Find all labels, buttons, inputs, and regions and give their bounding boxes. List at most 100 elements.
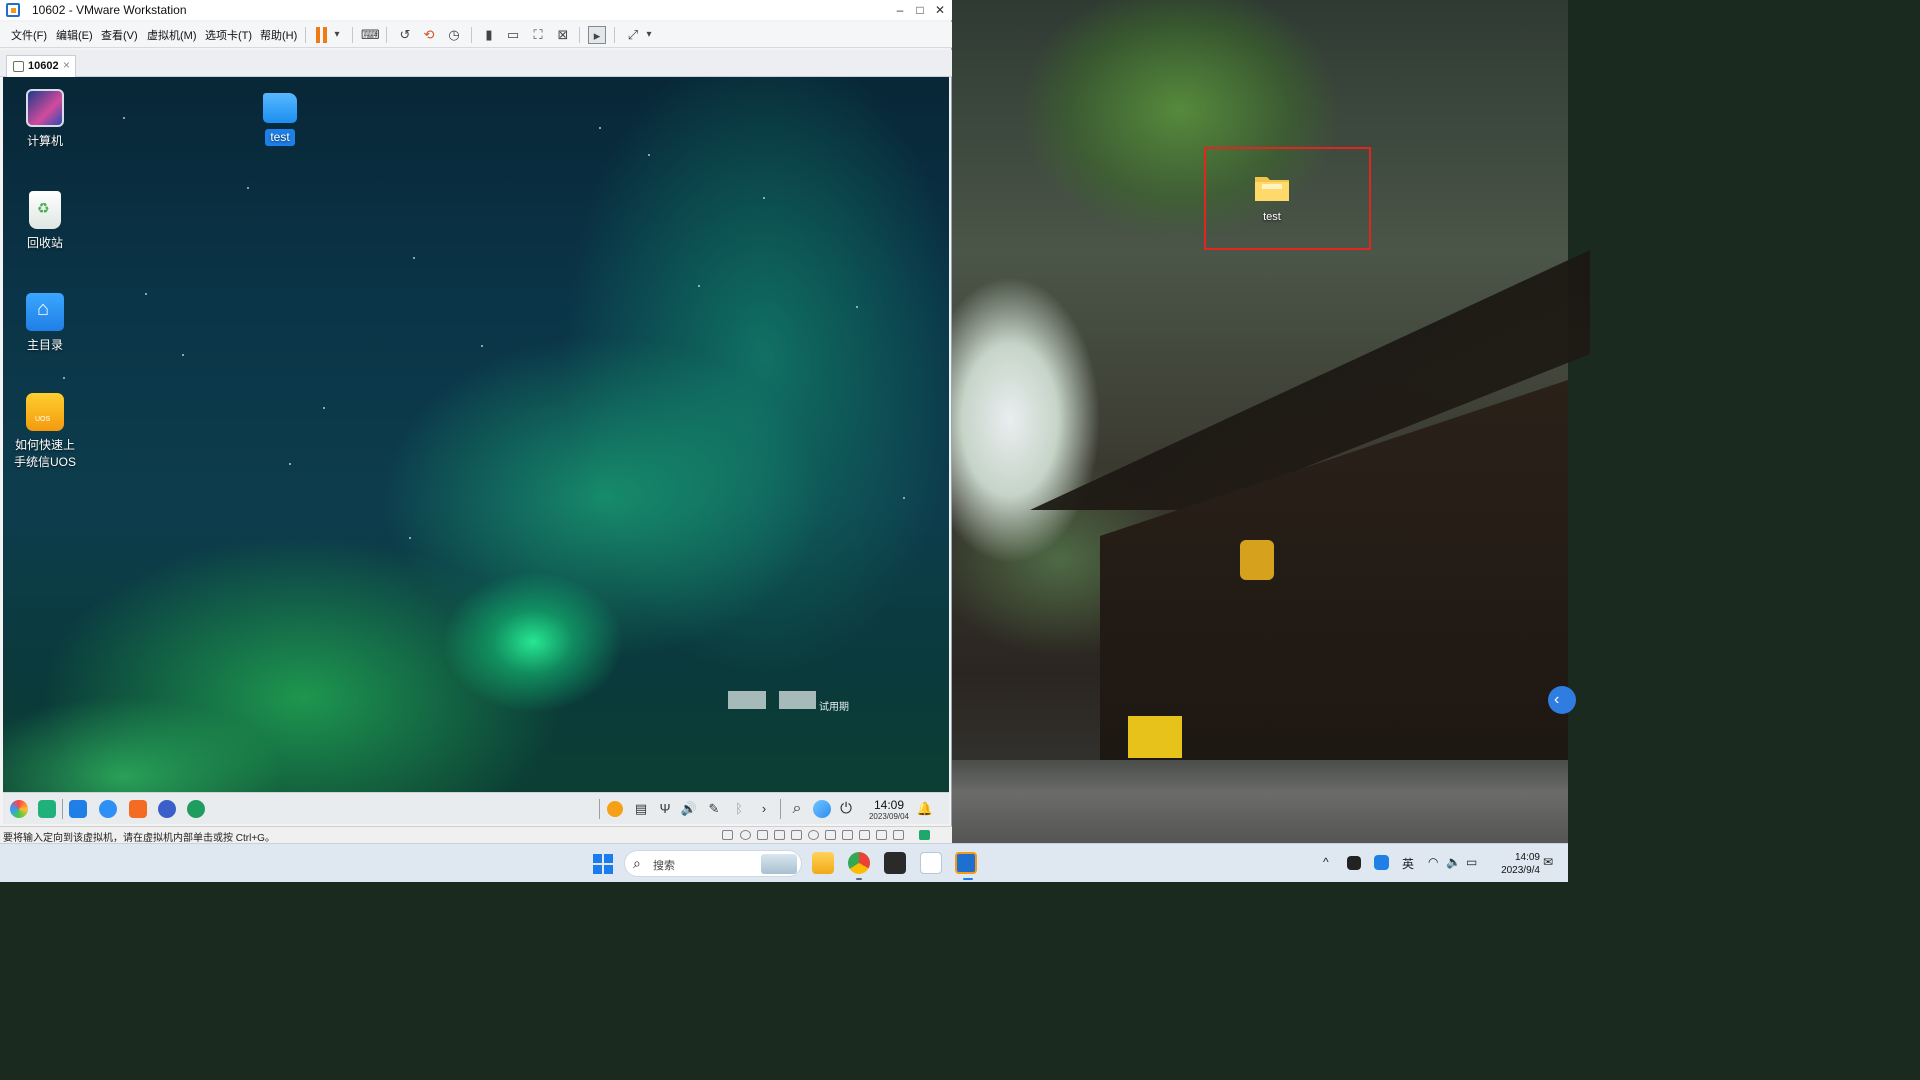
- guest-clock-date[interactable]: 2023/09/04: [863, 812, 915, 821]
- removable-device-icon[interactable]: [842, 830, 853, 840]
- battery-icon[interactable]: ▭: [1466, 855, 1477, 869]
- show-library-icon[interactable]: ▮: [480, 26, 498, 44]
- running-indicator: [856, 878, 862, 880]
- typora-icon[interactable]: [884, 852, 906, 874]
- star: [323, 407, 325, 409]
- console-terminal-icon[interactable]: ▸: [588, 26, 606, 44]
- host-folder-icon[interactable]: [1254, 172, 1290, 202]
- desktop-icon-trash[interactable]: 回收站: [3, 191, 87, 252]
- notification-bell-icon[interactable]: 🔔: [916, 800, 934, 818]
- revert-snapshot-icon[interactable]: ⟲: [420, 26, 438, 44]
- volume-icon[interactable]: 🔈: [1446, 855, 1461, 869]
- desktop-icon-uos-guide[interactable]: 如何快速上 手统信UOS: [3, 393, 87, 471]
- notification-center-icon[interactable]: ✉: [1543, 855, 1553, 869]
- close-button[interactable]: ✕: [930, 0, 950, 20]
- star: [903, 497, 905, 499]
- file-manager-icon[interactable]: [69, 800, 87, 818]
- menu-bar: 文件(F) 编辑(E) 查看(V) 虚拟机(M) 选项卡(T) 帮助(H) ▾ …: [0, 22, 952, 48]
- menu-edit[interactable]: 编辑(E): [56, 27, 93, 43]
- pause-button[interactable]: [316, 27, 328, 43]
- menu-help[interactable]: 帮助(H): [260, 27, 297, 43]
- toolbar-separator: [305, 27, 306, 43]
- removable-device-icon[interactable]: [876, 830, 887, 840]
- maximize-button[interactable]: □: [910, 0, 930, 20]
- volume-icon[interactable]: 🔊: [680, 800, 698, 818]
- file-explorer-icon[interactable]: [812, 852, 834, 874]
- usb-device-icon[interactable]: [808, 830, 819, 840]
- take-snapshot-icon[interactable]: ↺: [396, 26, 414, 44]
- pause-dropdown-icon[interactable]: ▾: [331, 26, 343, 44]
- menu-tabs[interactable]: 选项卡(T): [205, 27, 252, 43]
- console-view-icon[interactable]: ▭: [504, 26, 522, 44]
- expand-tray-icon[interactable]: ›: [755, 800, 773, 818]
- power-icon[interactable]: ⏻: [837, 800, 855, 818]
- tray-app-icon[interactable]: [1347, 856, 1361, 870]
- menu-file[interactable]: 文件(F): [11, 27, 47, 43]
- multitasking-icon[interactable]: [38, 800, 56, 818]
- menu-vm[interactable]: 虚拟机(M): [147, 27, 197, 43]
- message-log-icon[interactable]: [919, 830, 930, 840]
- network-icon[interactable]: [813, 800, 831, 818]
- snapshot-manager-icon[interactable]: ◷: [445, 26, 463, 44]
- desktop-icon-home[interactable]: 主目录: [3, 293, 87, 354]
- keyboard-icon[interactable]: ▤: [632, 800, 650, 818]
- pen-icon[interactable]: ✎: [705, 800, 723, 818]
- minimize-button[interactable]: –: [890, 0, 910, 20]
- guest-clock-time[interactable]: 14:09: [867, 798, 911, 812]
- desktop-icon-label: 计算机: [26, 134, 63, 148]
- tray-app-icon[interactable]: [1374, 855, 1389, 870]
- bluetooth-icon[interactable]: ᛒ: [730, 800, 748, 818]
- browser-icon[interactable]: [99, 800, 117, 818]
- vm-tab-icon: [13, 61, 24, 72]
- menu-view[interactable]: 查看(V): [101, 27, 138, 43]
- windows-logo-tile: [604, 865, 613, 874]
- sound-card-icon[interactable]: [791, 830, 802, 840]
- security-center-icon[interactable]: [187, 800, 205, 818]
- star: [856, 306, 858, 308]
- launcher-icon[interactable]: [10, 800, 28, 818]
- network-adapter-icon[interactable]: [757, 830, 768, 840]
- search-placeholder: 搜索: [653, 860, 675, 872]
- settings-icon[interactable]: [158, 800, 176, 818]
- input-method-icon[interactable]: [607, 801, 623, 817]
- app-icon[interactable]: [920, 852, 942, 874]
- pause-icon-bar-right: [323, 27, 327, 43]
- show-hidden-icons-chevron[interactable]: ^: [1323, 855, 1329, 869]
- printer-icon[interactable]: [774, 830, 785, 840]
- stretch-guest-icon[interactable]: ⤢: [624, 26, 642, 44]
- dock-separator: [780, 799, 781, 819]
- host-folder-label[interactable]: test: [1242, 211, 1302, 223]
- taskbar-search-box[interactable]: ⌕ 搜索: [624, 850, 802, 877]
- vmware-icon[interactable]: [955, 852, 977, 874]
- full-screen-icon[interactable]: ⛶: [529, 26, 547, 44]
- tab-close-icon[interactable]: ×: [63, 58, 70, 72]
- unity-icon[interactable]: ⊠: [554, 26, 572, 44]
- toolbar-separator: [386, 27, 387, 43]
- removable-device-icon[interactable]: [859, 830, 870, 840]
- cd-dvd-icon[interactable]: [740, 830, 751, 840]
- stretch-dropdown-icon[interactable]: ▾: [643, 26, 655, 44]
- star: [599, 127, 601, 129]
- desktop-icon-computer[interactable]: 计算机: [3, 89, 87, 150]
- guest-desktop[interactable]: 计算机 回收站 主目录 如何快速上 手统信UOS test 试用期: [3, 77, 949, 792]
- tab-vm-10602[interactable]: 10602 ×: [6, 55, 76, 77]
- taskbar-clock-time[interactable]: 14:09: [1488, 852, 1540, 863]
- pause-icon-bar-left: [316, 27, 320, 43]
- windows-logo-tile: [593, 865, 602, 874]
- host-side-expand-button[interactable]: ‹: [1548, 686, 1576, 714]
- title-bar[interactable]: 10602 - VMware Workstation – □ ✕: [0, 0, 952, 20]
- desktop-icon-test-folder[interactable]: test: [238, 89, 322, 146]
- start-button[interactable]: [593, 854, 613, 874]
- input-language-indicator[interactable]: 英: [1402, 855, 1414, 872]
- app-store-icon[interactable]: [129, 800, 147, 818]
- removable-device-icon[interactable]: [893, 830, 904, 840]
- display-icon[interactable]: [825, 830, 836, 840]
- usb-icon[interactable]: Ψ: [656, 800, 674, 818]
- taskbar-clock-date[interactable]: 2023/9/4: [1484, 865, 1540, 876]
- wifi-icon[interactable]: ◠: [1428, 855, 1438, 869]
- search-icon[interactable]: ⌕: [788, 800, 806, 818]
- chrome-icon[interactable]: [848, 852, 870, 874]
- vmware-logo-icon: [6, 3, 20, 17]
- send-ctrl-alt-del-icon[interactable]: ⌨: [361, 26, 380, 44]
- hard-disk-icon[interactable]: [722, 830, 733, 840]
